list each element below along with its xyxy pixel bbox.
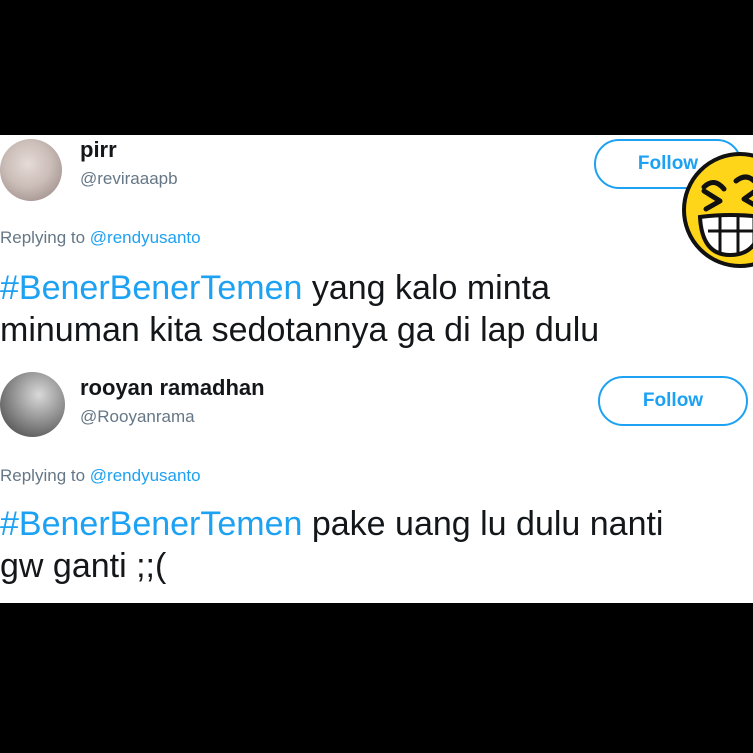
- user-handle[interactable]: @Rooyanrama: [80, 407, 195, 427]
- replying-to-line: Replying to @rendyusanto: [0, 466, 201, 486]
- tweet-card: rooyan ramadhan @Rooyanrama Follow Reply…: [0, 360, 753, 603]
- tweet-text-line: gw ganti ;;(: [0, 547, 167, 585]
- hashtag-link[interactable]: #BenerBenerTemen: [0, 269, 302, 307]
- display-name[interactable]: pirr: [80, 137, 117, 163]
- tweet-text-part: yang kalo minta: [302, 269, 551, 307]
- replying-to-label: Replying to: [0, 228, 90, 247]
- laughing-face-icon: [682, 152, 753, 268]
- replying-to-line: Replying to @rendyusanto: [0, 228, 201, 248]
- tweet-text-part: pake uang lu dulu nanti: [302, 505, 664, 543]
- display-name[interactable]: rooyan ramadhan: [80, 375, 265, 401]
- user-handle[interactable]: @reviraaapb: [80, 169, 178, 189]
- avatar[interactable]: [0, 372, 65, 437]
- screenshot-panel: pirr @reviraaapb Follow Replying to @ren…: [0, 135, 753, 603]
- hashtag-link[interactable]: #BenerBenerTemen: [0, 505, 302, 543]
- tweet-text: #BenerBenerTemen pake uang lu dulu nanti…: [0, 503, 753, 587]
- replying-to-label: Replying to: [0, 466, 90, 485]
- tweet-text-line: #BenerBenerTemen pake uang lu dulu nanti: [0, 503, 753, 545]
- tweet-text: #BenerBenerTemen yang kalo minta minuman…: [0, 267, 753, 351]
- mention-link[interactable]: @rendyusanto: [90, 466, 201, 485]
- tweet-text-line: minuman kita sedotannya ga di lap dulu: [0, 311, 600, 349]
- avatar[interactable]: [0, 139, 62, 201]
- follow-button[interactable]: Follow: [598, 376, 748, 426]
- tweet-card: pirr @reviraaapb Follow Replying to @ren…: [0, 135, 753, 360]
- mention-link[interactable]: @rendyusanto: [90, 228, 201, 247]
- tweet-text-line: #BenerBenerTemen yang kalo minta: [0, 267, 753, 309]
